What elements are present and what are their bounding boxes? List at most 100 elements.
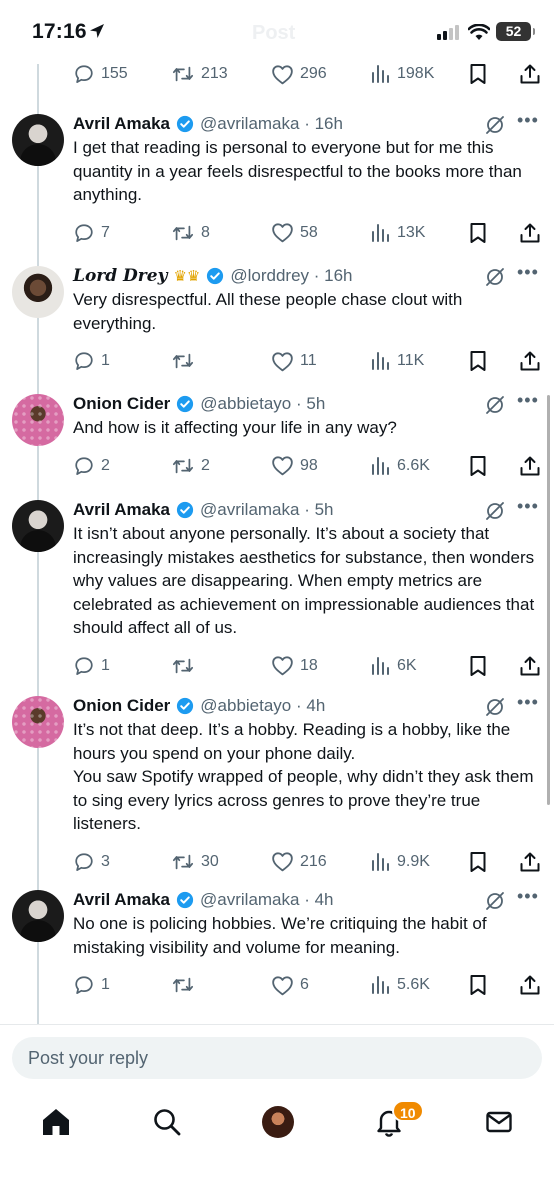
notification-badge: 10 <box>392 1100 424 1122</box>
handle-and-time[interactable]: @lorddrey · 16h <box>230 266 352 286</box>
nav-home[interactable] <box>36 1102 76 1142</box>
repost-button[interactable] <box>171 652 201 680</box>
reply-button[interactable]: 3 <box>73 848 110 876</box>
share-button[interactable] <box>519 219 541 247</box>
repost-button[interactable]: 8 <box>171 219 210 247</box>
bookmark-icon <box>470 64 486 84</box>
views-button[interactable]: 5.6K <box>371 971 430 999</box>
grok-icon <box>486 396 504 414</box>
bookmark-button[interactable] <box>469 219 487 247</box>
view-count: 9.9K <box>397 852 430 870</box>
views-icon <box>372 65 389 83</box>
views-button[interactable]: 9.9K <box>371 848 430 876</box>
reply-button[interactable]: 7 <box>73 219 110 247</box>
views-button[interactable]: 6K <box>371 652 417 680</box>
mail-icon <box>486 1111 512 1133</box>
nav-messages[interactable] <box>479 1102 519 1142</box>
display-name[interactable]: Avril Amaka <box>73 114 170 134</box>
handle-and-time[interactable]: @avrilamaka · 16h <box>200 114 343 134</box>
bookmark-button[interactable] <box>469 971 487 999</box>
scroll-indicator[interactable] <box>547 395 550 805</box>
status-time: 17:16 <box>32 20 87 43</box>
display-name[interactable]: Onion Cider <box>73 394 170 414</box>
reply-button[interactable]: 1 <box>73 652 110 680</box>
reply-count: 1 <box>101 976 110 993</box>
like-button[interactable]: 98 <box>271 452 318 480</box>
more-options-icon[interactable]: ••• <box>517 496 539 517</box>
repost-button[interactable] <box>171 347 201 375</box>
view-count: 5.6K <box>397 976 430 993</box>
share-button[interactable] <box>519 848 541 876</box>
like-count: 6 <box>300 976 309 993</box>
bookmark-button[interactable] <box>469 848 487 876</box>
share-icon <box>520 456 540 475</box>
reply-count: 3 <box>101 852 110 870</box>
bookmark-button[interactable] <box>469 347 487 375</box>
like-button[interactable]: 216 <box>271 848 327 876</box>
avatar[interactable] <box>12 890 64 942</box>
more-options-icon[interactable]: ••• <box>517 262 539 283</box>
bookmark-button[interactable] <box>469 60 487 88</box>
more-options-icon[interactable]: ••• <box>517 390 539 411</box>
reply-button[interactable]: 2 <box>73 452 110 480</box>
more-options-icon[interactable]: ••• <box>517 110 539 131</box>
handle-and-time[interactable]: @avrilamaka · 4h <box>200 890 333 910</box>
reply-button[interactable]: 1 <box>73 971 110 999</box>
nav-profile[interactable] <box>258 1102 298 1142</box>
reply-count: 155 <box>101 65 128 82</box>
repost-button[interactable]: 2 <box>171 452 210 480</box>
like-button[interactable]: 6 <box>271 971 309 999</box>
avatar[interactable] <box>12 696 64 748</box>
repost-button[interactable]: 213 <box>171 60 228 88</box>
repost-button[interactable] <box>171 971 201 999</box>
tweet-header: Avril Amaka @avrilamaka · 16h <box>73 112 343 136</box>
avatar[interactable] <box>12 500 64 552</box>
repost-button[interactable]: 30 <box>171 848 219 876</box>
handle-and-time[interactable]: @abbietayo · 5h <box>200 394 325 414</box>
heart-icon <box>272 456 293 476</box>
avatar[interactable] <box>12 114 64 166</box>
share-button[interactable] <box>519 452 541 480</box>
share-button[interactable] <box>519 60 541 88</box>
display-name[interactable]: Lord Drey <box>73 266 167 286</box>
reply-button[interactable]: 155 <box>73 60 128 88</box>
like-button[interactable]: 58 <box>271 219 318 247</box>
avatar[interactable] <box>12 266 64 318</box>
display-name[interactable]: Avril Amaka <box>73 500 170 520</box>
repost-count: 2 <box>201 456 210 474</box>
grok-icon <box>486 502 504 520</box>
verified-badge-icon <box>176 501 194 519</box>
reply-input[interactable]: Post your reply <box>12 1037 542 1079</box>
reply-count: 1 <box>101 352 110 369</box>
views-button[interactable]: 6.6K <box>371 452 430 480</box>
bookmark-button[interactable] <box>469 652 487 680</box>
views-button[interactable]: 13K <box>371 219 425 247</box>
handle-and-time[interactable]: @avrilamaka · 5h <box>200 500 333 520</box>
share-button[interactable] <box>519 971 541 999</box>
bookmark-button[interactable] <box>469 452 487 480</box>
display-name[interactable]: Avril Amaka <box>73 890 170 910</box>
bookmark-icon <box>470 351 486 371</box>
crown-emoji-icon: ♛♛ <box>173 268 201 285</box>
display-name[interactable]: Onion Cider <box>73 696 170 716</box>
nav-search[interactable] <box>147 1102 187 1142</box>
like-button[interactable]: 18 <box>271 652 318 680</box>
handle-and-time[interactable]: @abbietayo · 4h <box>200 696 325 716</box>
views-icon <box>372 656 389 675</box>
like-button[interactable]: 11 <box>271 347 317 375</box>
like-button[interactable]: 296 <box>271 60 327 88</box>
tweet-header: Onion Cider @abbietayo · 4h <box>73 694 325 718</box>
more-options-icon[interactable]: ••• <box>517 692 539 713</box>
share-button[interactable] <box>519 347 541 375</box>
avatar[interactable] <box>12 394 64 446</box>
views-button[interactable]: 11K <box>371 347 424 375</box>
heart-icon <box>272 975 293 995</box>
like-count: 216 <box>300 852 327 870</box>
more-options-icon[interactable]: ••• <box>517 886 539 907</box>
views-button[interactable]: 198K <box>371 60 434 88</box>
reply-button[interactable]: 1 <box>73 347 110 375</box>
share-button[interactable] <box>519 652 541 680</box>
view-count: 6.6K <box>397 456 430 474</box>
share-icon <box>520 975 540 995</box>
share-icon <box>520 656 540 675</box>
